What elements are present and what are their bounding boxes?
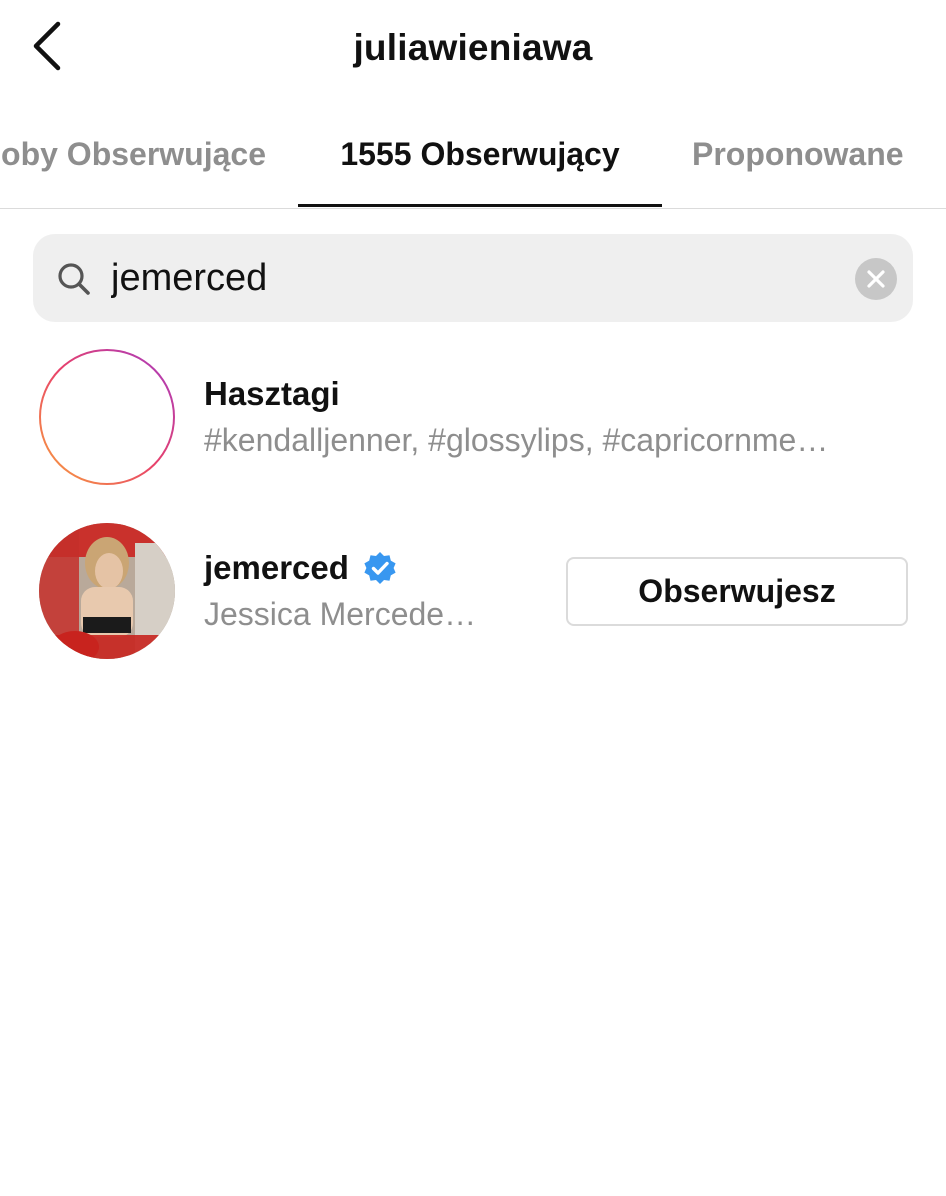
search-icon xyxy=(58,263,90,295)
active-tab-indicator xyxy=(298,204,662,207)
tab-suggested[interactable]: Proponowane xyxy=(692,100,904,208)
tab-followers[interactable]: 1555 Obserwujący xyxy=(298,100,662,208)
hashtags-result-row[interactable]: Hasztagi #kendalljenner, #glossylips, #c… xyxy=(0,336,946,496)
hashtag-icon xyxy=(75,384,139,454)
following-button[interactable]: Obserwujesz xyxy=(566,557,908,626)
avatar xyxy=(39,523,175,659)
clear-icon xyxy=(867,270,885,288)
hashtags-subtitle: #kendalljenner, #glossylips, #capricornm… xyxy=(204,422,829,458)
search-input[interactable] xyxy=(111,248,831,308)
tab-followers-people[interactable]: oby Obserwujące xyxy=(1,100,266,208)
search-bar xyxy=(33,234,913,322)
header: juliawieniawa xyxy=(0,0,946,100)
full-name: Jessica Mercede… xyxy=(204,596,477,632)
hashtag-avatar xyxy=(39,349,175,485)
tab-bar: oby Obserwujące 1555 Obserwujący Propono… xyxy=(0,100,946,209)
page-title: juliawieniawa xyxy=(353,27,593,68)
username: jemerced xyxy=(204,549,349,586)
user-result-row[interactable]: jemerced Jessica Mercede… Obserwujesz xyxy=(0,510,946,670)
hashtags-title: Hasztagi xyxy=(204,375,340,412)
verified-badge-icon xyxy=(364,552,396,584)
avatar-photo xyxy=(39,523,175,659)
clear-search-button[interactable] xyxy=(855,258,897,300)
